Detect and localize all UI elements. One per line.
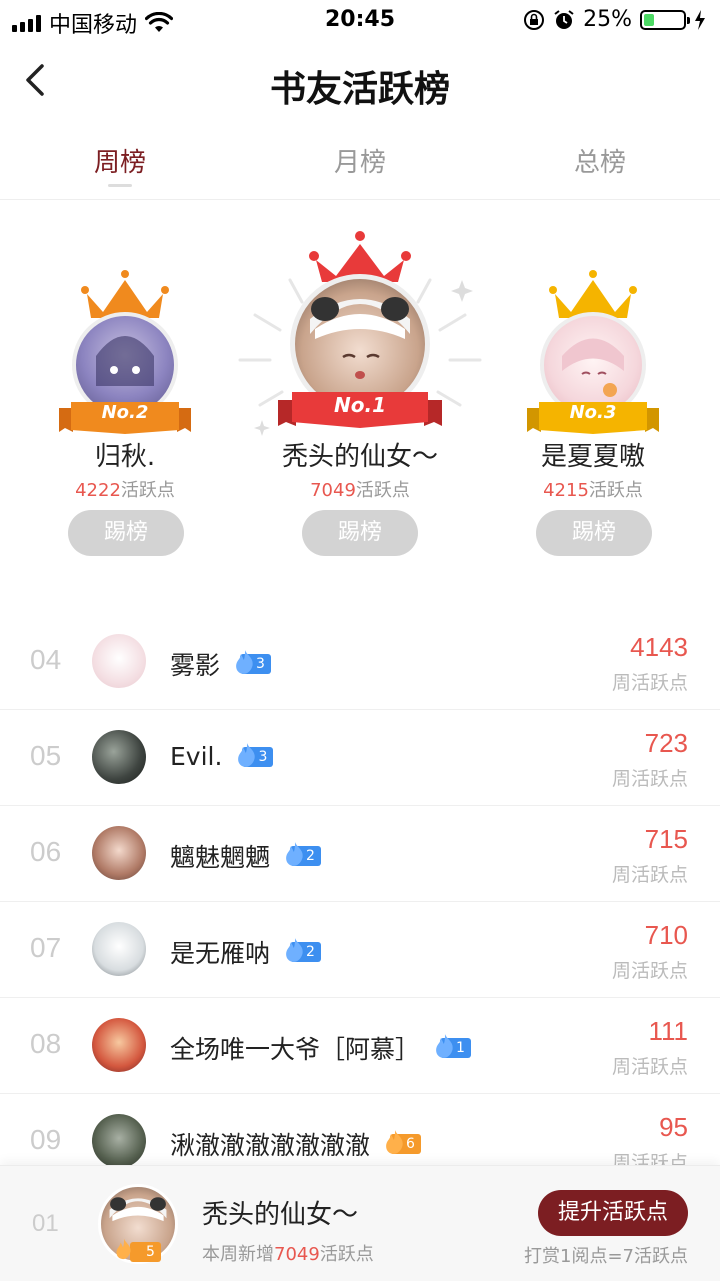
user-name: Evil.	[170, 742, 223, 771]
flame-icon	[238, 742, 256, 767]
level-badge: 3	[238, 742, 274, 767]
level-badge: 3	[236, 650, 271, 674]
level-badge: 1	[436, 1034, 471, 1058]
tab-weekly[interactable]: 周榜	[0, 142, 240, 179]
podium-third[interactable]: No.3 是夏夏嗷 4215活跃点 踢榜	[522, 260, 664, 570]
rotation-lock-icon	[524, 9, 545, 30]
row-user: Evil. 3	[170, 742, 274, 771]
tab-total[interactable]: 总榜	[480, 142, 720, 179]
rank-number: 08	[30, 1028, 62, 1059]
user-name: 湫澈澈澈澈澈澈澈	[170, 1131, 371, 1160]
rank-row[interactable]: 04 雾影 3 4143 周活跃点	[0, 614, 720, 710]
podium-name-second: 归秋.	[94, 442, 156, 472]
row-score-label: 周活跃点	[611, 1056, 688, 1078]
battery-percent: 25%	[583, 7, 632, 32]
status-bar: 中国移动 20:45 25%	[0, 0, 720, 40]
row-score-label: 周活跃点	[611, 960, 688, 982]
row-user: 湫澈澈澈澈澈澈澈 6	[170, 1126, 421, 1162]
podium-points-second: 4222活跃点	[75, 480, 175, 501]
kick-button-first[interactable]: 踢榜	[302, 510, 418, 556]
avatar	[92, 922, 146, 976]
row-user: 魑魅魍魉 2	[170, 838, 321, 874]
podium-second[interactable]: No.2 归秋. 4222活跃点 踢榜	[55, 260, 195, 570]
kick-button-third[interactable]: 踢榜	[536, 510, 652, 556]
user-name: 全场唯一大爷［阿慕］	[170, 1035, 421, 1064]
crown-icon-bronze	[549, 270, 637, 318]
rank-number: 05	[30, 740, 62, 771]
crown-icon-silver	[81, 270, 169, 318]
tab-monthly[interactable]: 月榜	[240, 142, 480, 179]
rank-row[interactable]: 05 Evil. 3 723 周活跃点	[0, 710, 720, 806]
rank-list: 04 雾影 3 4143 周活跃点 05 Evil. 3 723 周活跃点 06 魑魅魍魉 2 715 周活…	[0, 614, 720, 1190]
podium-points-first: 7049活跃点	[310, 480, 410, 501]
reward-rate-note: 打赏1阅点=7活跃点	[524, 1246, 688, 1267]
row-score: 723	[644, 728, 688, 758]
rank-number: 04	[30, 644, 62, 675]
avatar	[92, 730, 146, 784]
row-score-label: 周活跃点	[611, 864, 688, 886]
level-badge: 2	[286, 938, 321, 962]
rank-label-second: No.2	[101, 402, 149, 423]
my-level-badge: 5	[116, 1238, 161, 1262]
rank-row[interactable]: 06 魑魅魍魉 2 715 周活跃点	[0, 806, 720, 902]
rank-number: 09	[30, 1124, 62, 1155]
avatar	[92, 1114, 146, 1168]
row-score: 4143	[630, 632, 688, 662]
avatar	[92, 634, 146, 688]
tab-bar: 周榜 月榜 总榜	[0, 126, 720, 200]
battery-icon	[640, 9, 690, 30]
header: 书友活跃榜	[0, 40, 720, 126]
avatar	[92, 826, 146, 880]
row-user: 是无雁呐 2	[170, 934, 321, 970]
boost-activity-button[interactable]: 提升活跃点	[538, 1190, 688, 1236]
flame-icon	[436, 1034, 453, 1058]
tab-indicator	[108, 184, 132, 187]
rank-number: 06	[30, 836, 62, 867]
flame-icon	[286, 842, 303, 866]
podium-name-first: 秃头的仙女～	[281, 442, 438, 472]
status-right: 25%	[523, 7, 706, 32]
rank-row[interactable]: 08 全场唯一大爷［阿慕］ 1 111 周活跃点	[0, 998, 720, 1094]
row-score: 710	[644, 920, 688, 950]
rank-label-first: No.1	[334, 393, 386, 417]
user-name: 是无雁呐	[170, 939, 271, 968]
flame-icon	[286, 938, 303, 962]
row-score: 111	[648, 1016, 688, 1046]
rank-number: 07	[30, 932, 62, 963]
flame-icon	[386, 1130, 403, 1154]
charging-icon	[695, 9, 705, 30]
podium-points-third: 4215活跃点	[543, 480, 643, 501]
avatar	[92, 1018, 146, 1072]
user-name: 雾影	[170, 651, 221, 680]
row-score: 95	[659, 1112, 688, 1142]
rank-label-third: No.3	[569, 402, 617, 423]
flame-icon	[116, 1238, 131, 1260]
level-badge: 6	[386, 1130, 421, 1154]
row-user: 全场唯一大爷［阿慕］ 1	[170, 1030, 471, 1066]
row-score-label: 周活跃点	[611, 672, 688, 694]
rank-row[interactable]: 07 是无雁呐 2 710 周活跃点	[0, 902, 720, 998]
level-badge: 2	[286, 842, 321, 866]
podium: No.2 归秋. 4222活跃点 踢榜 No.1 秃头的仙女～ 7049活跃点 …	[0, 200, 720, 590]
row-user: 雾影 3	[170, 646, 271, 682]
my-weekly-points: 本周新增7049活跃点	[202, 1244, 374, 1265]
my-name: 秃头的仙女～	[202, 1200, 359, 1230]
alarm-icon	[554, 9, 574, 29]
flame-icon	[236, 650, 253, 674]
kick-button-second[interactable]: 踢榜	[68, 510, 184, 556]
page-title: 书友活跃榜	[269, 68, 450, 110]
row-score-label: 周活跃点	[611, 768, 688, 790]
my-rank-bar: 01 5 秃头的仙女～ 本周新增7049活跃点 提升活跃点 打赏1阅点=7活跃点	[0, 1165, 720, 1281]
podium-name-third: 是夏夏嗷	[540, 442, 645, 472]
user-name: 魑魅魍魉	[170, 843, 271, 872]
my-rank-number: 01	[32, 1210, 59, 1237]
podium-first[interactable]: No.1 秃头的仙女～ 7049活跃点 踢榜	[270, 230, 450, 570]
row-score: 715	[644, 824, 688, 854]
